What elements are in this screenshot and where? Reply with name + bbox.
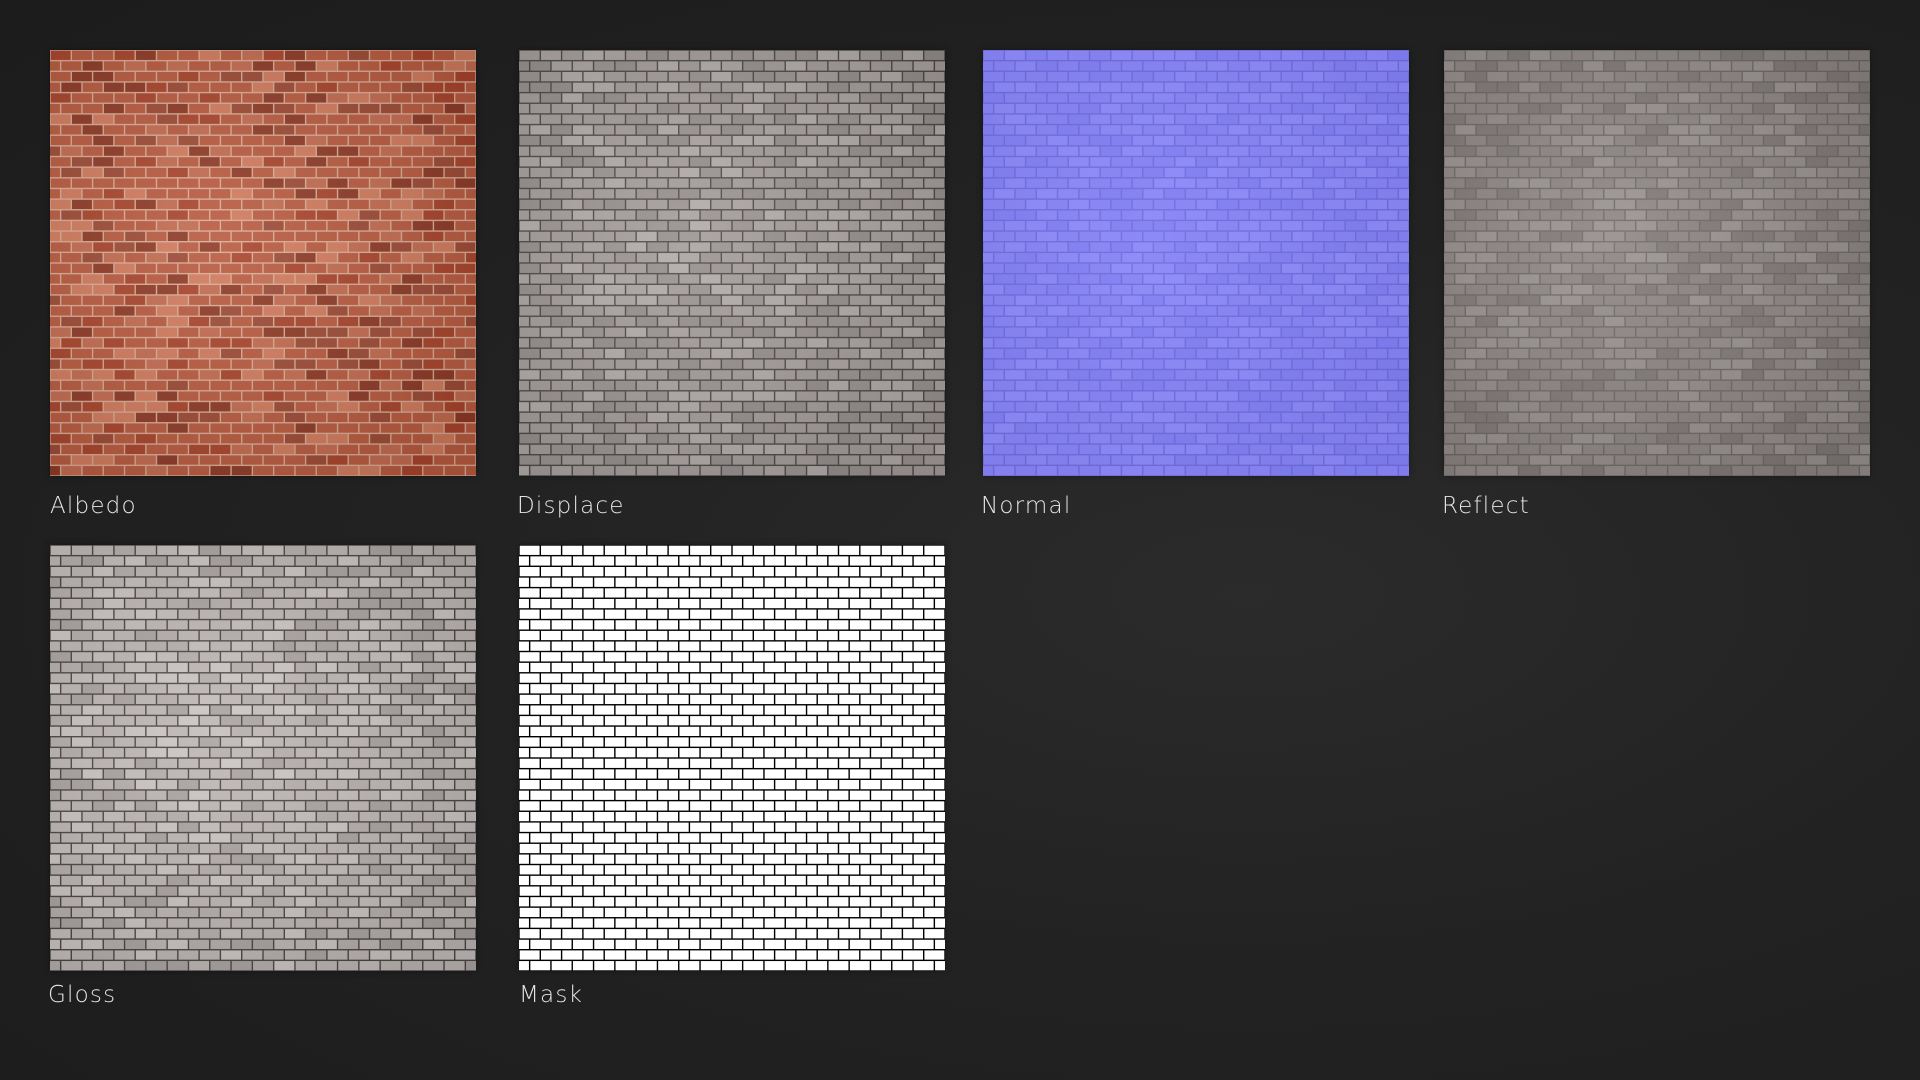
brick-normal-map-pattern [983,50,1409,476]
albedo-label: Albedo [50,493,137,519]
albedo-texture-swatch [50,50,476,476]
brick-mask-pattern [519,545,945,971]
gloss-label: Gloss [48,982,117,1008]
reflect-texture-swatch [1444,50,1870,476]
normal-texture-swatch [983,50,1409,476]
displace-texture-swatch [519,50,945,476]
red-brick-albedo-pattern [50,50,476,476]
brick-reflection-pattern [1444,50,1870,476]
mask-label: Mask [519,982,584,1008]
reflect-label: Reflect [1442,493,1530,519]
displace-label: Displace [517,493,625,519]
normal-label: Normal [981,493,1072,519]
mask-texture-swatch [519,545,945,971]
gloss-texture-swatch [50,545,476,971]
brick-displacement-pattern [519,50,945,476]
brick-glossiness-pattern [50,545,476,971]
